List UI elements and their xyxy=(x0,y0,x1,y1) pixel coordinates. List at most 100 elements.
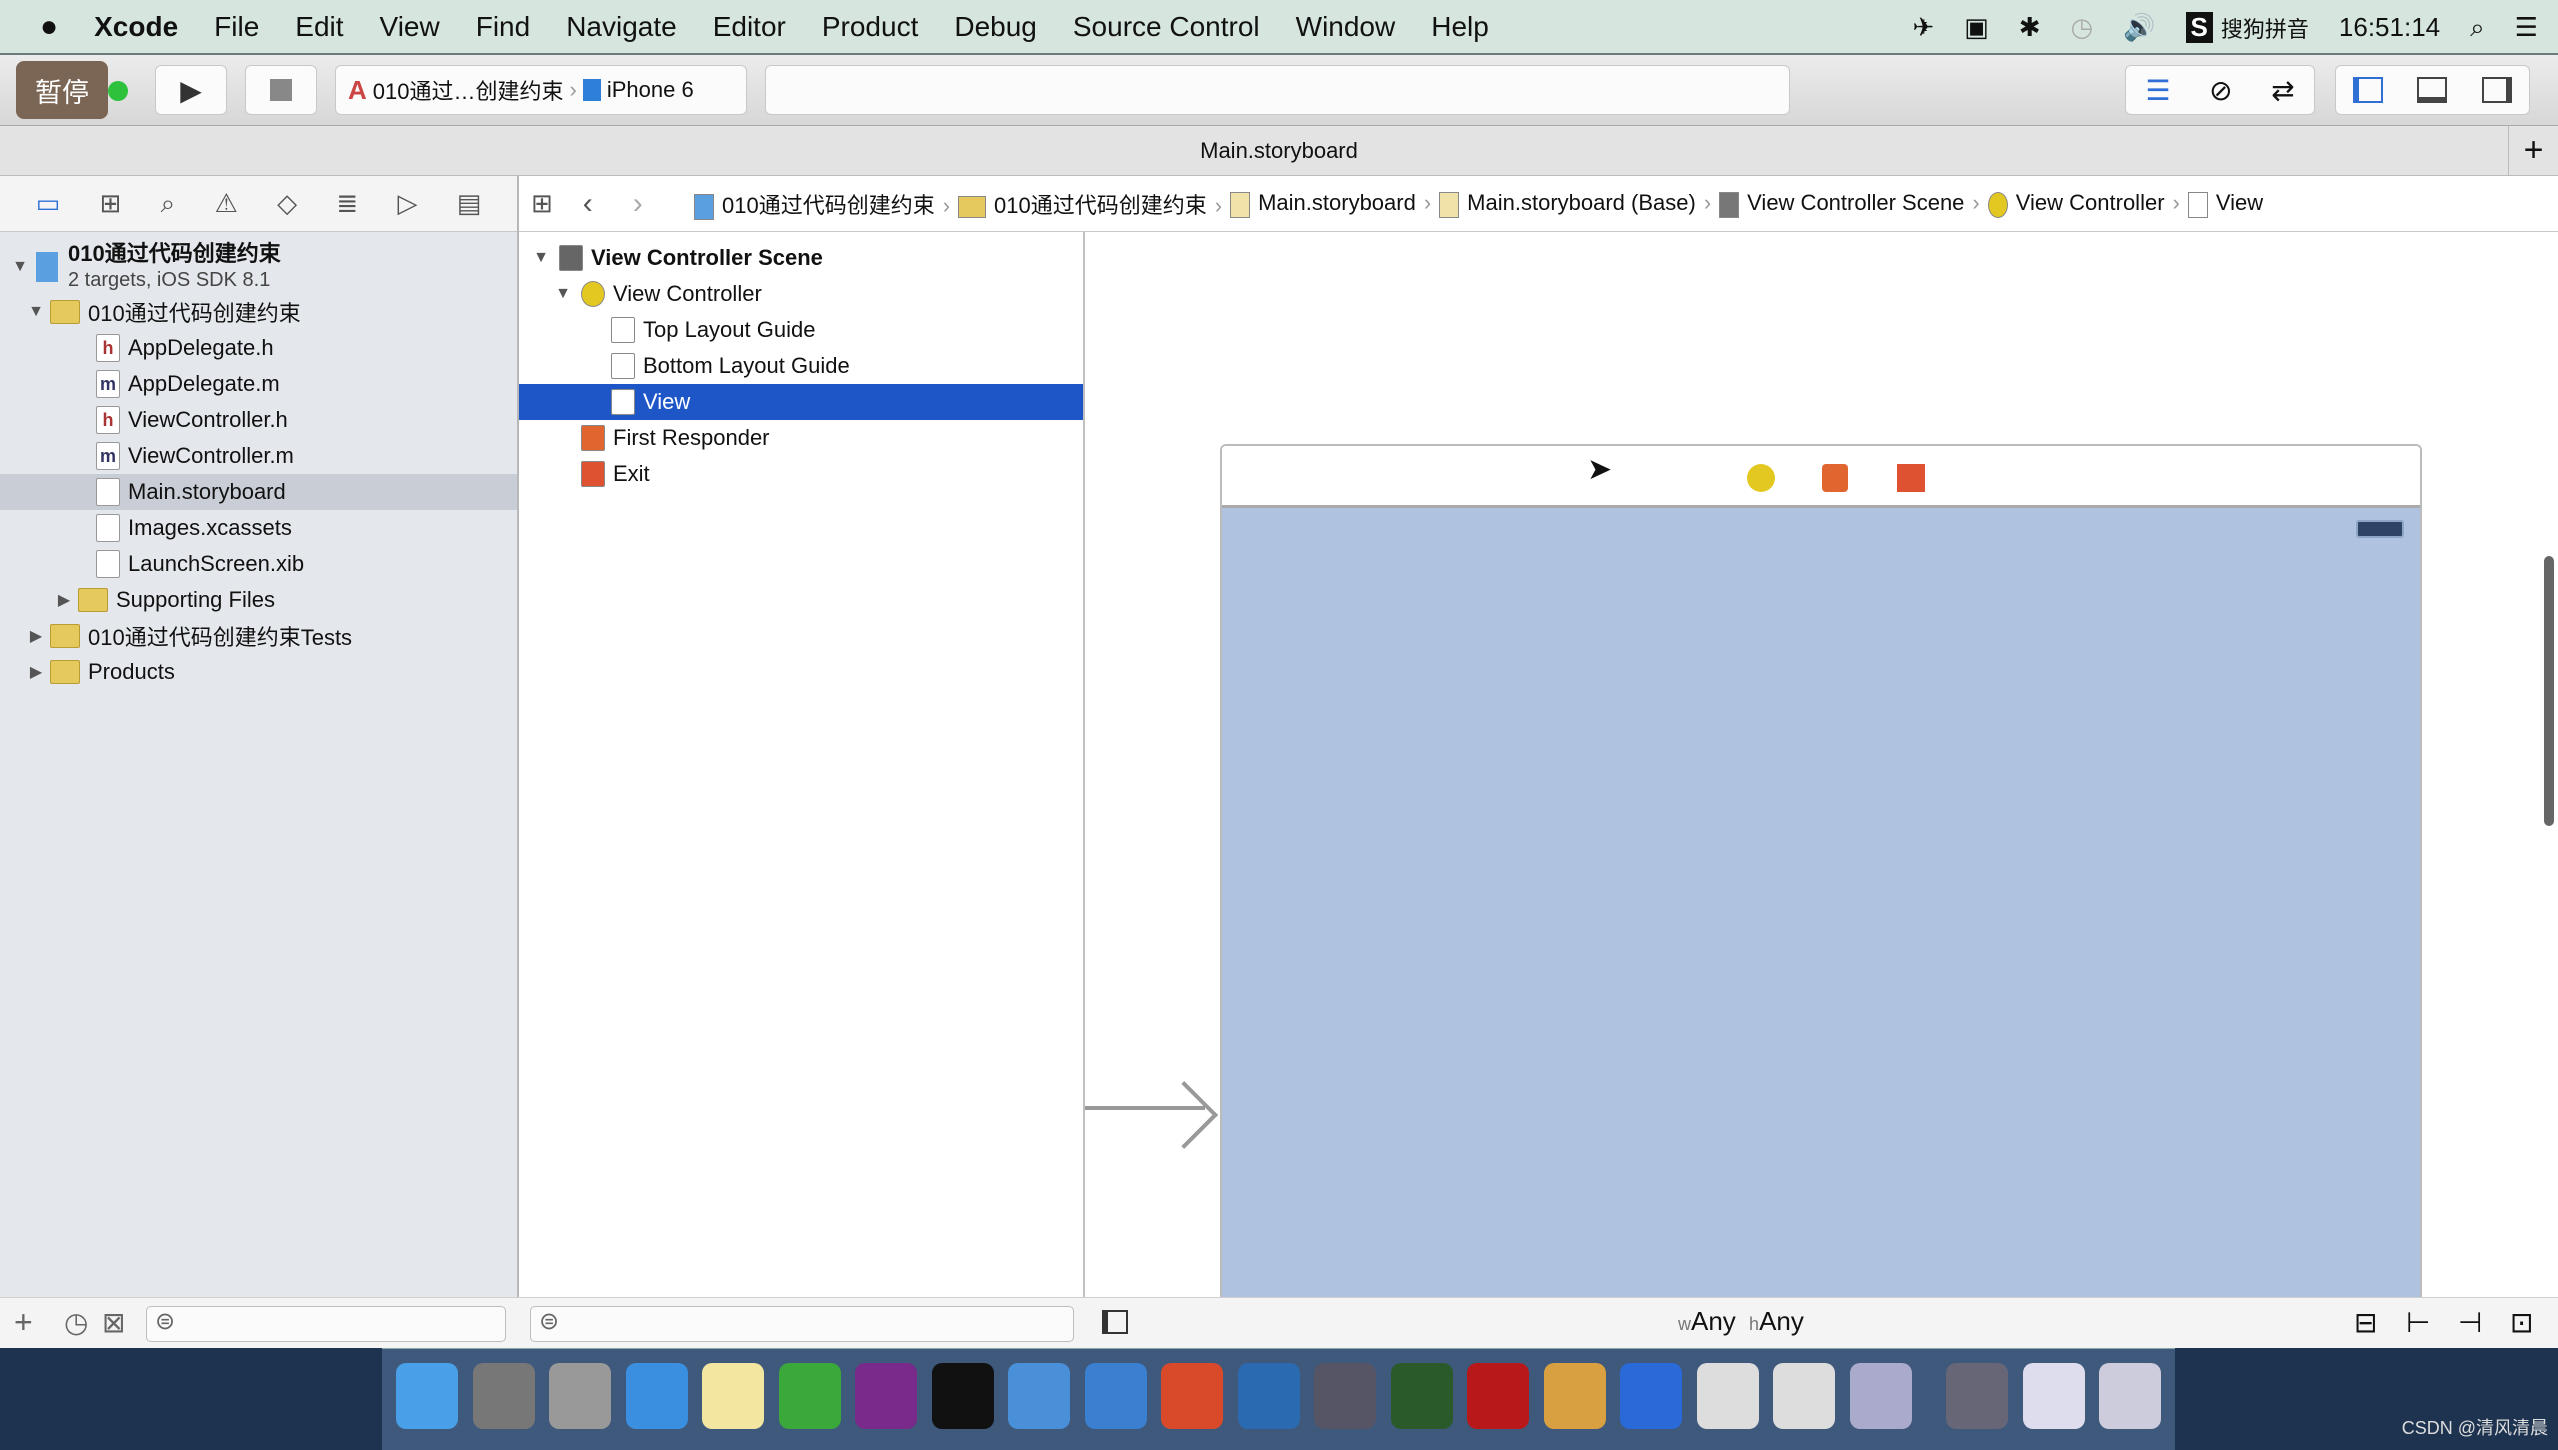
project-row[interactable]: ▼ 010通过代码创建约束 2 targets, iOS SDK 8.1 xyxy=(0,241,517,291)
menu-edit[interactable]: Edit xyxy=(295,11,343,43)
unsaved-files-icon[interactable]: ⊠ xyxy=(102,1306,125,1339)
debug-area-toggle-icon[interactable] xyxy=(2417,77,2448,103)
version-editor-icon[interactable]: ⇄ xyxy=(2271,74,2294,107)
onenote-icon[interactable] xyxy=(855,1363,917,1429)
trash-icon[interactable] xyxy=(2099,1363,2161,1429)
breadcrumb-item[interactable]: Main.storyboard (Base) › xyxy=(1439,190,1719,218)
report-navigator-icon[interactable]: ▤ xyxy=(457,188,482,219)
apple-menu-icon[interactable]: ● xyxy=(40,10,58,44)
breadcrumb-item[interactable]: 010通过代码创建约束 › xyxy=(958,188,1230,220)
tab-main-storyboard[interactable]: Main.storyboard xyxy=(1200,138,1358,164)
file-manager-icon[interactable] xyxy=(1084,1363,1147,1429)
outline-item[interactable]: ▼ View Controller xyxy=(519,276,1083,312)
screenshot-icon[interactable] xyxy=(1237,1363,1300,1429)
preview-icon[interactable] xyxy=(1849,1363,1912,1429)
entry-point-arrow[interactable] xyxy=(1085,1081,1219,1149)
navigator-item[interactable]: m ViewController.m xyxy=(0,438,517,474)
bluetooth-icon[interactable]: ✱ xyxy=(2019,12,2041,43)
align-icon[interactable]: ⊟ xyxy=(2354,1306,2377,1339)
menu-window[interactable]: Window xyxy=(1296,11,1396,43)
video-icon[interactable] xyxy=(1314,1363,1376,1429)
exit-icon[interactable] xyxy=(1897,464,1925,492)
outline-item[interactable]: Top Layout Guide xyxy=(519,312,1083,348)
recent-files-icon[interactable]: ◷ xyxy=(64,1306,88,1339)
related-items-icon[interactable]: ⊞ xyxy=(531,188,553,219)
disclosure-closed-icon[interactable]: ▶ xyxy=(28,626,44,646)
menu-navigate[interactable]: Navigate xyxy=(566,11,677,43)
storyboard-canvas[interactable]: ⊞ ‹ › 010通过代码创建约束 › 010通过代码创建约束 › Main.story… xyxy=(519,176,2558,1297)
navigator-toggle-icon[interactable] xyxy=(2353,77,2384,103)
first-responder-icon[interactable] xyxy=(1822,464,1848,492)
toggle-outline-icon[interactable] xyxy=(1102,1310,1128,1334)
desktop-icon[interactable] xyxy=(1946,1363,2008,1429)
input-method[interactable]: 搜狗拼音 xyxy=(2221,12,2309,44)
resizing-icon[interactable]: ⊡ xyxy=(2510,1306,2533,1339)
standard-editor-icon[interactable]: ☰ xyxy=(2145,74,2170,107)
disclosure-open-icon[interactable]: ▼ xyxy=(555,285,571,303)
excel-icon[interactable] xyxy=(778,1363,841,1429)
back-button[interactable]: ‹ xyxy=(583,187,593,221)
breadcrumb-item[interactable]: View Controller Scene › xyxy=(1719,190,1988,218)
navigator-item[interactable]: Main.storyboard xyxy=(0,474,517,510)
app-icon[interactable] xyxy=(1543,1363,1606,1429)
menu-product[interactable]: Product xyxy=(822,11,919,43)
add-tab-button[interactable]: + xyxy=(2508,126,2558,176)
disclosure-open-icon[interactable]: ▼ xyxy=(12,258,28,276)
scheme-selector[interactable]: A 010通过…创建约束 › iPhone 6 xyxy=(335,65,747,115)
safari-icon[interactable] xyxy=(625,1363,688,1429)
add-file-button[interactable]: + xyxy=(14,1304,33,1341)
xcode-icon[interactable] xyxy=(1008,1363,1070,1429)
forward-button[interactable]: › xyxy=(633,187,643,221)
app-store-icon[interactable] xyxy=(1696,1363,1759,1429)
disclosure-open-icon[interactable]: ▼ xyxy=(28,303,44,321)
launchpad-icon[interactable] xyxy=(549,1363,611,1429)
navigator-item[interactable]: Images.xcassets xyxy=(0,510,517,546)
pin-icon[interactable]: ⊢ xyxy=(2406,1306,2430,1339)
breadcrumb-item[interactable]: View Controller › xyxy=(1987,190,2188,218)
app-icon[interactable] xyxy=(1773,1363,1835,1429)
filezilla-icon[interactable] xyxy=(1467,1363,1529,1429)
find-navigator-icon[interactable]: ⌕ xyxy=(161,188,176,220)
outline-filter-input[interactable]: ⊜ xyxy=(530,1306,1074,1342)
pause-overlay[interactable]: 暂停 xyxy=(16,61,108,119)
stop-button[interactable] xyxy=(245,65,317,115)
navigator-item[interactable]: ▶ 010通过代码创建约束Tests xyxy=(0,618,517,654)
outline-item[interactable]: Exit xyxy=(519,456,1083,492)
view-controller-scene[interactable] xyxy=(1220,444,2422,1297)
issue-navigator-icon[interactable]: ⚠ xyxy=(214,188,237,219)
camera-icon[interactable]: ▣ xyxy=(1964,12,1989,43)
breadcrumb-item[interactable]: View xyxy=(2187,190,2263,218)
disclosure-open-icon[interactable]: ▼ xyxy=(533,249,549,267)
size-class-control[interactable]: wAny hAny xyxy=(1678,1306,1804,1337)
airplane-icon[interactable]: ✈ xyxy=(1912,12,1934,43)
system-preferences-icon[interactable] xyxy=(472,1363,535,1429)
navigator-item[interactable]: ▼ 010通过代码创建约束 xyxy=(0,294,517,330)
breadcrumb-item[interactable]: Main.storyboard › xyxy=(1230,190,1439,218)
volume-icon[interactable]: 🔊 xyxy=(2123,12,2155,43)
word-icon[interactable] xyxy=(1620,1363,1682,1429)
notes-icon[interactable] xyxy=(702,1363,764,1429)
spotlight-icon[interactable]: ⌕ xyxy=(2470,12,2485,44)
finder-icon[interactable] xyxy=(396,1363,458,1429)
navigator-item[interactable]: ▶ Supporting Files xyxy=(0,582,517,618)
menu-xcode[interactable]: Xcode xyxy=(94,11,178,43)
navigator-item[interactable]: h AppDelegate.h xyxy=(0,330,517,366)
menu-editor[interactable]: Editor xyxy=(713,11,786,43)
menu-debug[interactable]: Debug xyxy=(954,11,1037,43)
time-machine-icon[interactable]: ◷ xyxy=(2070,12,2093,43)
outline-item[interactable]: ▼ View Controller Scene xyxy=(519,240,1083,276)
ftp-icon[interactable] xyxy=(1390,1363,1453,1429)
powerpoint-icon[interactable] xyxy=(1161,1363,1223,1429)
menu-source-control[interactable]: Source Control xyxy=(1073,11,1260,43)
menu-view[interactable]: View xyxy=(380,11,440,43)
run-button[interactable]: ▶ xyxy=(155,65,227,115)
outline-item[interactable]: First Responder xyxy=(519,420,1083,456)
navigator-item[interactable]: m AppDelegate.m xyxy=(0,366,517,402)
clock[interactable]: 16:51:14 xyxy=(2339,12,2440,43)
menu-file[interactable]: File xyxy=(214,11,259,43)
project-navigator-icon[interactable]: ▭ xyxy=(36,188,61,219)
symbol-navigator-icon[interactable]: ⊞ xyxy=(100,188,122,219)
navigator-item[interactable]: LaunchScreen.xib xyxy=(0,546,517,582)
disclosure-closed-icon[interactable]: ▶ xyxy=(28,662,44,682)
canvas-scrollbar[interactable] xyxy=(2544,556,2554,826)
